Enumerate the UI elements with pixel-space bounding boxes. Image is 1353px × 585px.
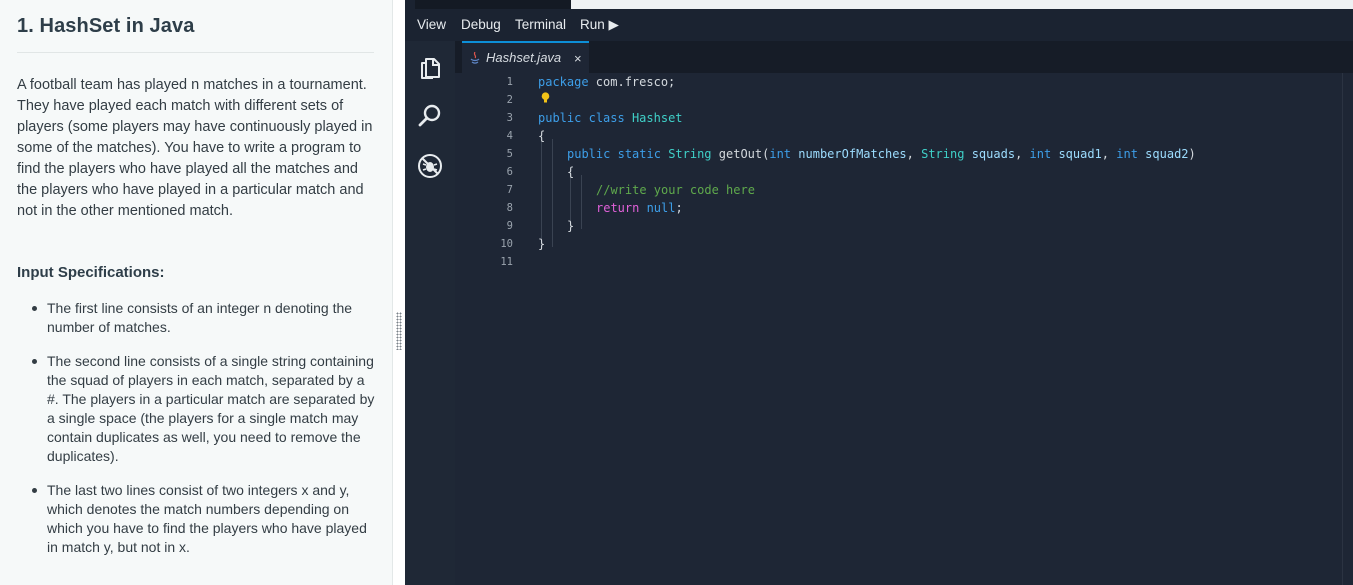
menu-run[interactable]: Run ▶ (580, 17, 619, 33)
line-number: 6 (506, 166, 513, 178)
list-item-text: The first line consists of an integer n … (47, 300, 353, 335)
code-line: } (538, 237, 546, 251)
activity-bar (405, 41, 455, 585)
ide: View Debug Terminal Run ▶ Hashset.java ×… (405, 0, 1353, 585)
code-line: //write your code here (596, 183, 755, 197)
list-item-text: The second line consists of a single str… (47, 353, 375, 464)
line-number: 4 (506, 130, 513, 142)
bullet-icon (32, 359, 37, 364)
code-line: { (538, 129, 546, 143)
code-editor[interactable]: package com.fresco; public class Hashset… (538, 73, 1338, 585)
menu-bar: View Debug Terminal Run ▶ (405, 9, 1353, 41)
code-line: { (567, 165, 575, 179)
line-number: 8 (506, 202, 513, 214)
java-file-icon (470, 52, 480, 64)
list-item: The last two lines consist of two intege… (0, 481, 375, 557)
menu-terminal[interactable]: Terminal (515, 17, 566, 32)
drag-handle-icon[interactable] (396, 312, 402, 350)
tab-hashset-java[interactable]: Hashset.java × (462, 41, 589, 73)
list-item: The first line consists of an integer n … (0, 299, 375, 337)
line-number-gutter: 1 2 3 4 5 6 7 8 9 10 11 (455, 73, 520, 585)
editor-area: Hashset.java × 1 2 3 4 5 6 7 8 9 10 11 p… (455, 41, 1353, 585)
top-strip (415, 0, 571, 9)
problem-panel: 1. HashSet in Java A football team has p… (0, 0, 393, 585)
top-strip-light (571, 0, 1353, 9)
code-line: package com.fresco; (538, 75, 676, 89)
list-item: The second line consists of a single str… (0, 352, 375, 466)
input-spec-heading: Input Specifications: (17, 264, 165, 281)
code-line: return null; (596, 201, 683, 215)
overview-ruler (1342, 73, 1343, 585)
line-number: 9 (506, 220, 513, 232)
code-line: public static String getOut(int numberOf… (567, 147, 1196, 161)
tab-close-icon[interactable]: × (574, 51, 582, 66)
menu-view[interactable]: View (417, 17, 446, 32)
line-number: 7 (506, 184, 513, 196)
indent-guide (552, 139, 553, 247)
menu-debug[interactable]: Debug (461, 17, 501, 32)
panel-splitter[interactable] (393, 0, 405, 585)
indent-guide (581, 175, 582, 229)
code-line: } (567, 219, 575, 233)
bullet-icon (32, 488, 37, 493)
problem-title: 1. HashSet in Java (17, 15, 195, 37)
bullet-icon (32, 306, 37, 311)
indent-guide (541, 139, 542, 247)
problem-description: A football team has played n matches in … (17, 77, 373, 219)
line-number: 1 (506, 76, 513, 88)
line-number: 5 (506, 148, 513, 160)
list-item-text: The last two lines consist of two intege… (47, 482, 367, 555)
title-divider (17, 52, 374, 53)
line-number: 3 (506, 112, 513, 124)
input-spec-list: The first line consists of an integer n … (0, 299, 392, 572)
code-line: public class Hashset (538, 111, 683, 125)
explorer-icon[interactable] (417, 55, 443, 81)
line-number: 11 (500, 256, 513, 268)
search-icon[interactable] (417, 103, 443, 129)
line-number: 10 (500, 238, 513, 250)
line-number: 2 (506, 94, 513, 106)
debug-disabled-icon[interactable] (417, 153, 443, 179)
tab-label: Hashset.java (486, 50, 562, 65)
tab-bar: Hashset.java × (455, 41, 1353, 73)
